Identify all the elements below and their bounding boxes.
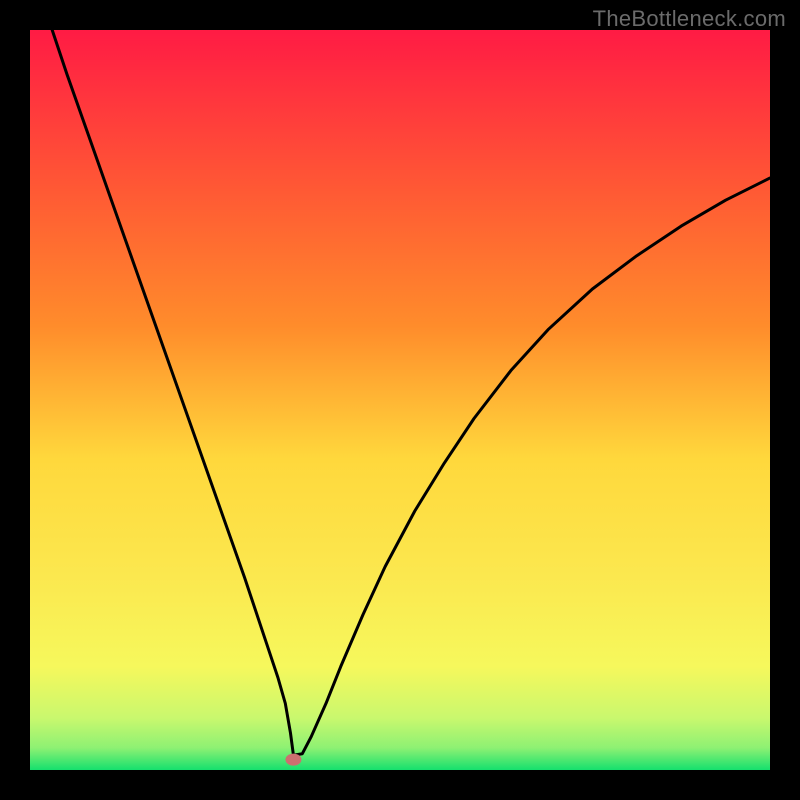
chart-frame: TheBottleneck.com [0, 0, 800, 800]
chart-svg [30, 30, 770, 770]
plot-area [30, 30, 770, 770]
watermark-text: TheBottleneck.com [593, 6, 786, 32]
gradient-background [30, 30, 770, 770]
min-marker [285, 754, 301, 766]
